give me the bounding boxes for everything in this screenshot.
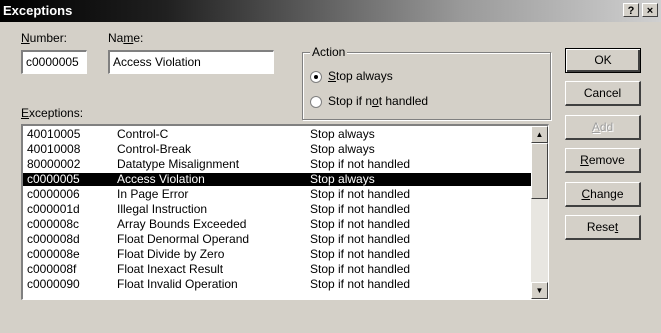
ok-button[interactable]: OK — [565, 48, 641, 73]
remove-button[interactable]: Remove — [565, 148, 641, 173]
radio-selected-dot — [314, 75, 318, 79]
number-field[interactable]: c0000005 — [21, 50, 87, 74]
reset-button[interactable]: Reset — [565, 215, 641, 240]
name-field[interactable]: Access Violation — [108, 50, 274, 74]
cancel-button[interactable]: Cancel — [565, 81, 641, 106]
scroll-down-icon[interactable]: ▼ — [531, 282, 548, 299]
radio-stop-always[interactable] — [310, 71, 322, 83]
scroll-up-icon[interactable]: ▲ — [531, 126, 548, 143]
scroll-thumb[interactable] — [531, 143, 548, 199]
radio-stop-if-not-handled-label[interactable]: Stop if not handled — [328, 94, 428, 108]
radio-stop-always-label[interactable]: Stop always — [328, 69, 393, 83]
list-item[interactable]: c000008f Float Inexact Result Stop if not … — [23, 263, 531, 276]
name-label: Name: — [108, 31, 144, 45]
exceptions-list[interactable]: 40010005 Control-C Stop always 40010008 Con… — [21, 124, 549, 300]
list-item[interactable]: c0000090 Float Invalid Operation Stop if n… — [23, 278, 531, 291]
close-button[interactable]: × — [642, 3, 658, 17]
list-item[interactable]: c000008c Array Bounds Exceeded Stop if not… — [23, 218, 531, 231]
list-item[interactable]: c000001d Illegal Instruction Stop if not h… — [23, 203, 531, 216]
list-item-selected[interactable]: c0000005 Access Violation Stop always — [23, 173, 531, 186]
list-item[interactable]: c000008e Float Divide by Zero Stop if not … — [23, 248, 531, 261]
list-item[interactable]: c000008d Float Denormal Operand Stop if no… — [23, 233, 531, 246]
action-legend: Action — [310, 45, 348, 59]
list-item[interactable]: c0000006 In Page Error Stop if not handled — [23, 188, 531, 201]
number-label: Number: — [21, 31, 68, 45]
help-button[interactable]: ? — [623, 3, 639, 17]
exceptions-label: Exceptions: — [21, 106, 84, 120]
list-item[interactable]: 40010005 Control-C Stop always — [23, 128, 531, 141]
vertical-scrollbar[interactable]: ▲ ▼ — [531, 126, 548, 299]
action-group — [302, 52, 551, 120]
add-button[interactable]: Add — [565, 115, 641, 140]
list-item[interactable]: 40010008 Control-Break Stop always — [23, 143, 531, 156]
list-item[interactable]: 80000002 Datatype Misalignment Stop if not… — [23, 158, 531, 171]
change-button[interactable]: Change — [565, 182, 641, 207]
radio-stop-if-not-handled[interactable] — [310, 96, 322, 108]
window-title: Exceptions — [3, 3, 73, 18]
title-bar: Exceptions ? × — [0, 0, 661, 22]
